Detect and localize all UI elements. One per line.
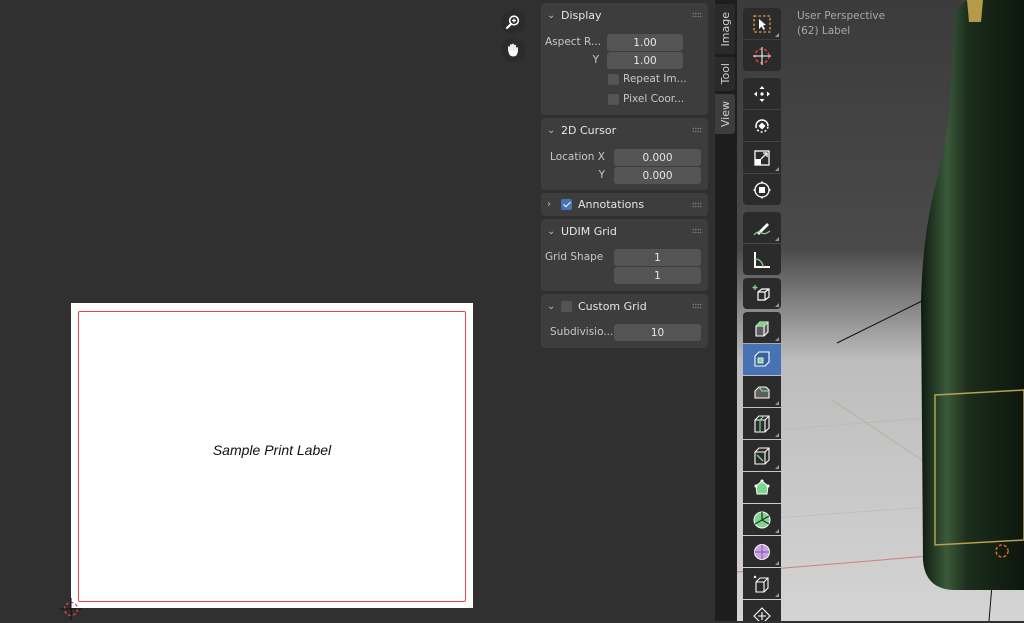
add-cube-tool[interactable] (743, 278, 781, 309)
location-y-field[interactable]: 0.000 (614, 167, 701, 184)
sidebar-panel: ⌄ Display Aspect R... 1.00 Y 1.00 Repeat… (537, 0, 715, 621)
aspect-y-field[interactable]: 1.00 (607, 52, 683, 69)
subdivisions-label: Subdivisio... (550, 326, 614, 338)
tab-view[interactable]: View (715, 94, 735, 134)
transform-icon (753, 180, 771, 199)
select-box-tool[interactable] (743, 8, 781, 39)
annotations-title: Annotations (578, 198, 645, 211)
location-x-field[interactable]: 0.000 (614, 149, 701, 166)
display-title: Display (561, 8, 602, 22)
grid-shape-label: Grid Shape (545, 251, 604, 263)
move-icon (754, 85, 770, 102)
grid-shape-x-field[interactable]: 1 (614, 249, 701, 266)
sidebar-tab-strip: Image Tool View (715, 0, 737, 621)
add-cube-icon (752, 284, 770, 301)
loop-cut-icon (754, 414, 770, 433)
extrude-region-tool[interactable] (743, 312, 781, 343)
pixel-coords-label: Pixel Coor... (623, 93, 685, 105)
loop-cut-tool[interactable] (743, 408, 781, 439)
custom-grid-panel-header[interactable]: ⌄ Custom Grid (541, 294, 708, 318)
annotations-panel: › Annotations (541, 193, 708, 216)
scale-icon (754, 149, 770, 166)
subdivisions-field[interactable]: 10 (614, 324, 701, 341)
smooth-tool[interactable] (743, 536, 781, 567)
scale-tool[interactable] (743, 142, 781, 173)
inset-faces-icon (754, 350, 770, 367)
drag-grip-icon[interactable] (692, 228, 702, 234)
measure-ruler-icon (754, 251, 770, 268)
udim-grid-panel: ⌄ UDIM Grid Grid Shape 1 1 (541, 219, 708, 291)
drag-grip-icon[interactable] (692, 127, 702, 133)
shrink-fatten-tool[interactable] (743, 600, 781, 621)
spin-icon (753, 511, 771, 528)
udim-grid-title: UDIM Grid (561, 224, 617, 238)
knife-tool[interactable] (743, 440, 781, 471)
location-y-label: Y (598, 169, 605, 181)
pan-hand-icon[interactable] (501, 38, 525, 62)
2d-cursor-panel: ⌄ 2D Cursor Location X 0.000 Y 0.000 (541, 118, 708, 190)
drag-grip-icon[interactable] (692, 12, 702, 18)
smooth-sphere-icon (754, 543, 770, 560)
rotate-icon (755, 118, 769, 133)
label-image-text: Sample Print Label (212, 442, 332, 458)
3d-viewport[interactable]: User Perspective (62) Label (737, 0, 1024, 621)
knife-icon (754, 446, 770, 465)
chevron-down-icon: ⌄ (547, 300, 556, 312)
poly-build-tool[interactable] (743, 472, 781, 503)
location-x-label: Location X (550, 151, 605, 163)
measure-tool[interactable] (743, 244, 781, 275)
chevron-down-icon: ⌄ (547, 9, 556, 21)
uv-editor-canvas[interactable]: Sample Print Label (0, 0, 537, 621)
rotate-tool[interactable] (743, 110, 781, 141)
repeat-image-label: Repeat Im... (623, 73, 687, 85)
viewport-info: User Perspective (62) Label (797, 9, 885, 39)
annotations-panel-header[interactable]: › Annotations (541, 193, 708, 216)
move-tool[interactable] (743, 78, 781, 109)
inset-faces-tool[interactable] (743, 344, 781, 375)
aspect-y-label: Y (592, 54, 599, 66)
pixel-coords-checkbox[interactable] (608, 94, 619, 105)
custom-grid-title: Custom Grid (578, 299, 647, 313)
tab-tool[interactable]: Tool (715, 57, 735, 91)
perspective-label: User Perspective (797, 10, 886, 22)
annotate-tool[interactable] (743, 212, 781, 243)
label-image: Sample Print Label (71, 303, 473, 608)
edge-slide-tool[interactable] (743, 568, 781, 599)
2d-cursor-title: 2D Cursor (561, 123, 617, 137)
zoom-icon[interactable] (501, 10, 525, 34)
tab-image[interactable]: Image (715, 4, 735, 54)
drag-grip-icon[interactable] (692, 202, 702, 208)
custom-grid-checkbox[interactable] (561, 300, 572, 312)
repeat-image-checkbox[interactable] (608, 74, 619, 85)
chevron-right-icon: › (547, 199, 551, 210)
aspect-x-field[interactable]: 1.00 (607, 34, 683, 51)
cursor-icon (753, 46, 771, 65)
shrink-fatten-icon (753, 606, 771, 621)
custom-grid-panel: ⌄ Custom Grid Subdivisio... 10 (541, 294, 708, 348)
chevron-down-icon: ⌄ (547, 124, 556, 136)
2d-cursor-icon[interactable] (60, 598, 82, 623)
poly-build-icon (754, 479, 770, 494)
display-panel-header[interactable]: ⌄ Display (541, 3, 708, 27)
grid-shape-y-field[interactable]: 1 (614, 267, 701, 284)
chevron-down-icon: ⌄ (547, 225, 556, 237)
transform-tool[interactable] (743, 174, 781, 205)
drag-grip-icon[interactable] (692, 303, 702, 309)
2d-cursor-panel-header[interactable]: ⌄ 2D Cursor (541, 118, 708, 142)
display-panel: ⌄ Display Aspect R... 1.00 Y 1.00 Repeat… (541, 3, 708, 115)
udim-grid-panel-header[interactable]: ⌄ UDIM Grid (541, 219, 708, 243)
annotations-checkbox[interactable] (561, 199, 572, 210)
cursor-tool[interactable] (743, 40, 781, 71)
spin-tool[interactable] (743, 504, 781, 535)
bevel-icon (754, 385, 770, 399)
select-box-icon (753, 14, 771, 33)
edge-slide-icon (753, 575, 769, 593)
extrude-icon (755, 320, 769, 337)
aspect-ratio-label: Aspect R... (545, 36, 601, 48)
annotate-pencil-icon (753, 222, 771, 235)
active-object-label: (62) Label (797, 25, 851, 37)
bevel-tool[interactable] (743, 376, 781, 407)
